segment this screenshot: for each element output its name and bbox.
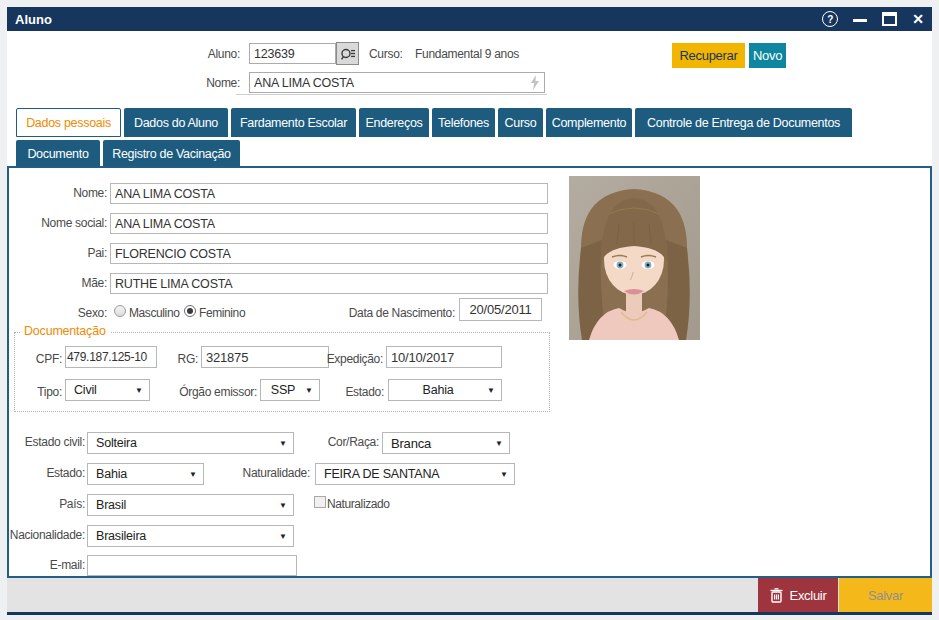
rg-input[interactable] [201,346,329,368]
cpf-label: CPF: [16,352,62,366]
tab-controle-entrega-documentos[interactable]: Controle de Entrega de Documentos [635,108,852,137]
dropdown-arrow-icon: ▼ [305,386,319,395]
search-student-button[interactable] [336,42,359,65]
minimize-icon[interactable] [853,19,867,22]
tab-dados-pessoais[interactable]: Dados pessoais [16,108,121,137]
dialog-aluno: Aluno ? ✕ Aluno: Curso: Fundamental 9 an… [7,7,932,615]
orgao-emissor-select[interactable]: SSP▼ [260,379,320,401]
restore-icon[interactable] [882,12,897,26]
tab-telefones[interactable]: Telefones [432,108,495,137]
cor-raca-label: Cor/Raça: [309,435,379,449]
help-icon[interactable]: ? [822,11,838,27]
dropdown-arrow-icon: ▼ [135,386,149,395]
naturalidade-label: Naturalidade: [234,466,310,480]
estado-civil-select[interactable]: Solteira▼ [87,432,294,454]
doc-estado-select[interactable]: Bahia▼ [388,379,502,401]
tab-enderecos[interactable]: Endereços [359,108,429,137]
rg-label: RG: [164,352,198,366]
radio-masculino[interactable] [114,305,126,317]
radio-feminino[interactable] [184,305,196,317]
doc-estado-label: Estado: [334,385,384,399]
tipo-label: Tipo: [16,385,62,399]
form-nome-input[interactable] [110,183,548,204]
title-bar: Aluno ? ✕ [7,7,932,31]
footer-bar: Excluir Salvar [7,578,932,612]
estado-label: Estado: [17,466,85,480]
documentacao-legend: Documentação [20,324,110,338]
nacionalidade-label: Nacionalidade: [9,528,85,542]
dropdown-arrow-icon: ▼ [279,532,293,541]
expedicao-label: Expedição: [314,352,383,366]
curso-value: Fundamental 9 anos [415,47,519,61]
nome-label: Nome: [157,76,240,90]
tab-complemento[interactable]: Complemento [546,108,632,137]
pais-label: País: [17,497,85,511]
form-mae-input[interactable] [110,273,548,294]
form-nome-social-label: Nome social: [17,216,107,230]
tab-content-dados-pessoais: Nome: Nome social: Pai: Mãe: Sexo: Mascu… [7,166,932,578]
tab-dados-do-aluno[interactable]: Dados do Aluno [124,108,228,137]
nome-header-input[interactable] [249,72,545,93]
dropdown-arrow-icon: ▼ [500,470,514,479]
sexo-label: Sexo: [17,306,107,320]
naturalidade-select[interactable]: FEIRA DE SANTANA▼ [315,463,515,485]
radio-feminino-label: Feminino [199,306,245,320]
search-list-icon [340,46,356,62]
radio-masculino-label: Masculino [129,306,179,320]
orgao-emissor-label: Órgão emissor: [164,385,257,399]
recuperar-button[interactable]: Recuperar [672,43,745,68]
naturalizado-checkbox[interactable] [314,496,326,508]
email-label: E-mail: [17,558,85,572]
tab-fardamento-escolar[interactable]: Fardamento Escolar [231,108,356,137]
curso-label: Curso: [369,47,403,61]
dropdown-arrow-icon: ▼ [279,439,293,448]
student-photo [569,176,700,340]
tipo-select[interactable]: Civil▼ [65,379,150,401]
trash-icon [770,588,783,603]
novo-button[interactable]: Novo [749,43,786,68]
dropdown-arrow-icon: ▼ [279,501,293,510]
dropdown-arrow-icon: ▼ [487,386,501,395]
form-pai-label: Pai: [17,246,107,260]
pais-select[interactable]: Brasil▼ [87,494,294,516]
form-mae-label: Mãe: [17,276,107,290]
window-title: Aluno [15,12,52,27]
expedicao-input[interactable] [386,346,502,368]
email-input[interactable] [87,555,297,576]
aluno-label: Aluno: [157,47,240,61]
cpf-input[interactable] [65,346,157,368]
excluir-button[interactable]: Excluir [758,578,838,612]
cor-raca-select[interactable]: Branca▼ [382,432,510,454]
estado-select[interactable]: Bahia▼ [87,463,204,485]
data-nascimento-input[interactable] [459,298,542,321]
tab-registro-vacinacao[interactable]: Registro de Vacinação [103,140,240,168]
salvar-button[interactable]: Salvar [839,578,932,612]
dropdown-arrow-icon: ▼ [495,439,509,448]
naturalizado-label: Naturalizado [327,497,390,511]
nacionalidade-select[interactable]: Brasileira▼ [87,525,294,547]
tab-documento[interactable]: Documento [16,140,100,168]
data-nascimento-label: Data de Nascimento: [315,306,455,320]
header-separator [236,94,547,95]
form-pai-input[interactable] [110,243,548,264]
estado-civil-label: Estado civil: [17,435,85,449]
lightning-icon [529,75,541,90]
form-nome-label: Nome: [17,186,107,200]
close-icon[interactable]: ✕ [912,11,924,27]
dropdown-arrow-icon: ▼ [189,470,203,479]
form-nome-social-input[interactable] [110,213,548,234]
tab-curso[interactable]: Curso [498,108,543,137]
aluno-code-input[interactable] [249,43,336,64]
